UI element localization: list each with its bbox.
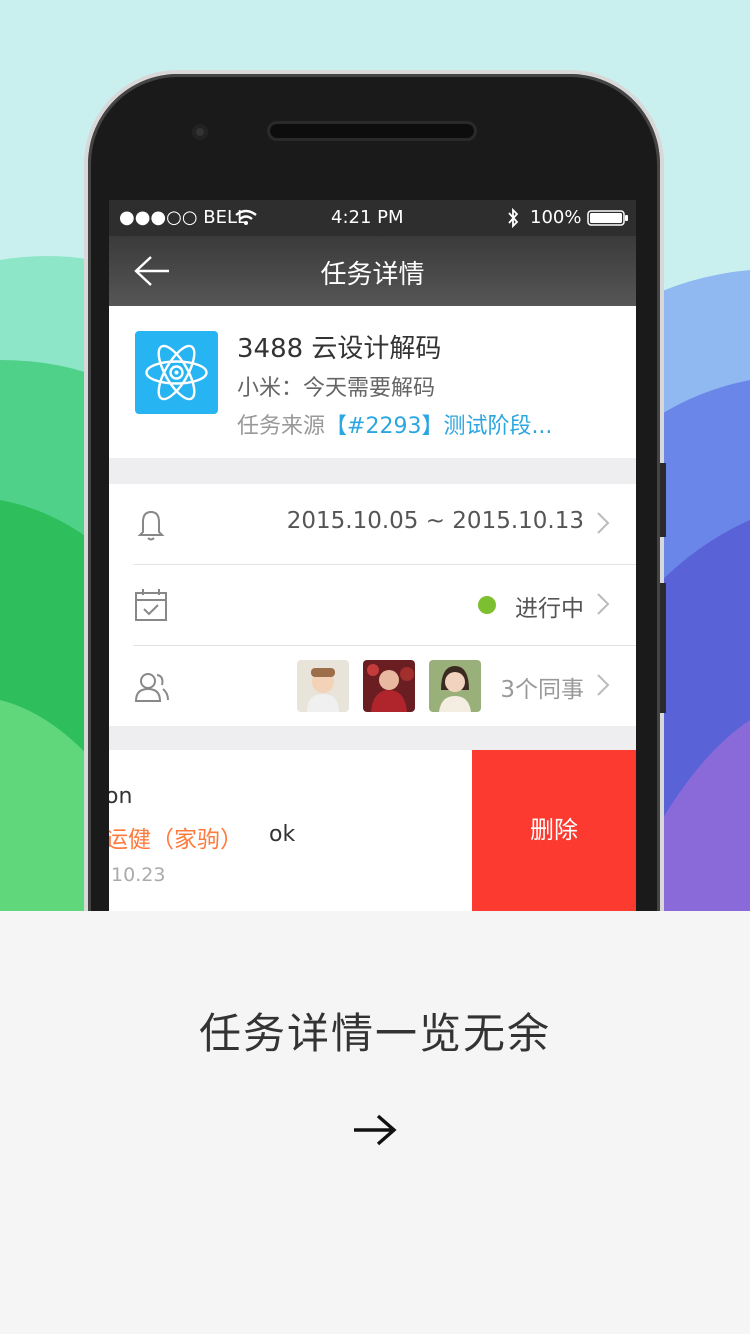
status-bar: ●●●○○ BELL 4:21 PM 100%: [109, 200, 636, 236]
volume-button: [660, 463, 666, 537]
task-title: 3488 云设计解码: [237, 334, 442, 364]
status-value: 进行中: [515, 596, 584, 622]
avatar[interactable]: [363, 660, 415, 712]
section-gap: [109, 458, 636, 484]
status-dot: [478, 596, 496, 614]
feature-caption: 任务详情一览无余: [198, 1009, 551, 1058]
next-arrow-icon[interactable]: [352, 1110, 398, 1150]
section-gap: [109, 726, 636, 750]
battery-percent: 100%: [530, 207, 582, 228]
atom-icon: [135, 331, 218, 414]
speaker-grille: [270, 124, 474, 138]
calendar-check-icon: [135, 589, 167, 621]
carrier-label: ●●●○○ BELL: [119, 207, 248, 228]
comment-user[interactable]: 运健（家驹）: [109, 820, 243, 854]
task-header-card[interactable]: 3488 云设计解码 小米：今天需要解码 任务来源【#2293】测试阶段...: [109, 306, 636, 458]
date-range-value: 2015.10.05 ~ 2015.10.13: [286, 508, 584, 534]
avatar[interactable]: [297, 660, 349, 712]
status-row[interactable]: 进行中: [109, 565, 636, 645]
comment-date: .10.23: [109, 864, 166, 886]
colleagues-count: 3个同事: [500, 677, 584, 703]
front-camera: [192, 124, 208, 140]
chevron-right-icon: [597, 674, 610, 696]
task-subtitle: 小米：今天需要解码: [237, 376, 436, 401]
clock: 4:21 PM: [331, 207, 404, 228]
nav-bar: 任务详情: [109, 236, 636, 306]
task-source-prefix: 任务来源: [237, 414, 326, 439]
task-source-link[interactable]: 【#2293】测试阶段...: [325, 414, 552, 439]
page-title: 任务详情: [320, 260, 425, 290]
battery-icon: [587, 210, 628, 226]
hero-banner: ●●●○○ BELL 4:21 PM 100% 任务详情 3488 云设计解码 …: [0, 0, 750, 911]
phone-screen: ●●●○○ BELL 4:21 PM 100% 任务详情 3488 云设计解码 …: [109, 200, 636, 911]
power-button: [660, 583, 666, 713]
date-range-row[interactable]: 2015.10.05 ~ 2015.10.13: [109, 484, 636, 564]
comment-item[interactable]: on 运健（家驹） ok .10.23 删除: [109, 750, 636, 911]
bluetooth-icon: [508, 208, 519, 228]
people-icon: [134, 673, 169, 702]
comment-text: ok: [269, 822, 296, 847]
avatar[interactable]: [429, 660, 481, 712]
comment-author-name: on: [109, 784, 133, 809]
bell-icon: [137, 510, 165, 541]
colleagues-row[interactable]: 3个同事: [109, 646, 636, 726]
delete-button[interactable]: 删除: [472, 750, 636, 911]
chevron-right-icon: [597, 593, 610, 615]
wifi-icon: [235, 209, 257, 225]
task-source: 任务来源【#2293】测试阶段...: [237, 408, 552, 440]
chevron-right-icon: [597, 512, 610, 534]
